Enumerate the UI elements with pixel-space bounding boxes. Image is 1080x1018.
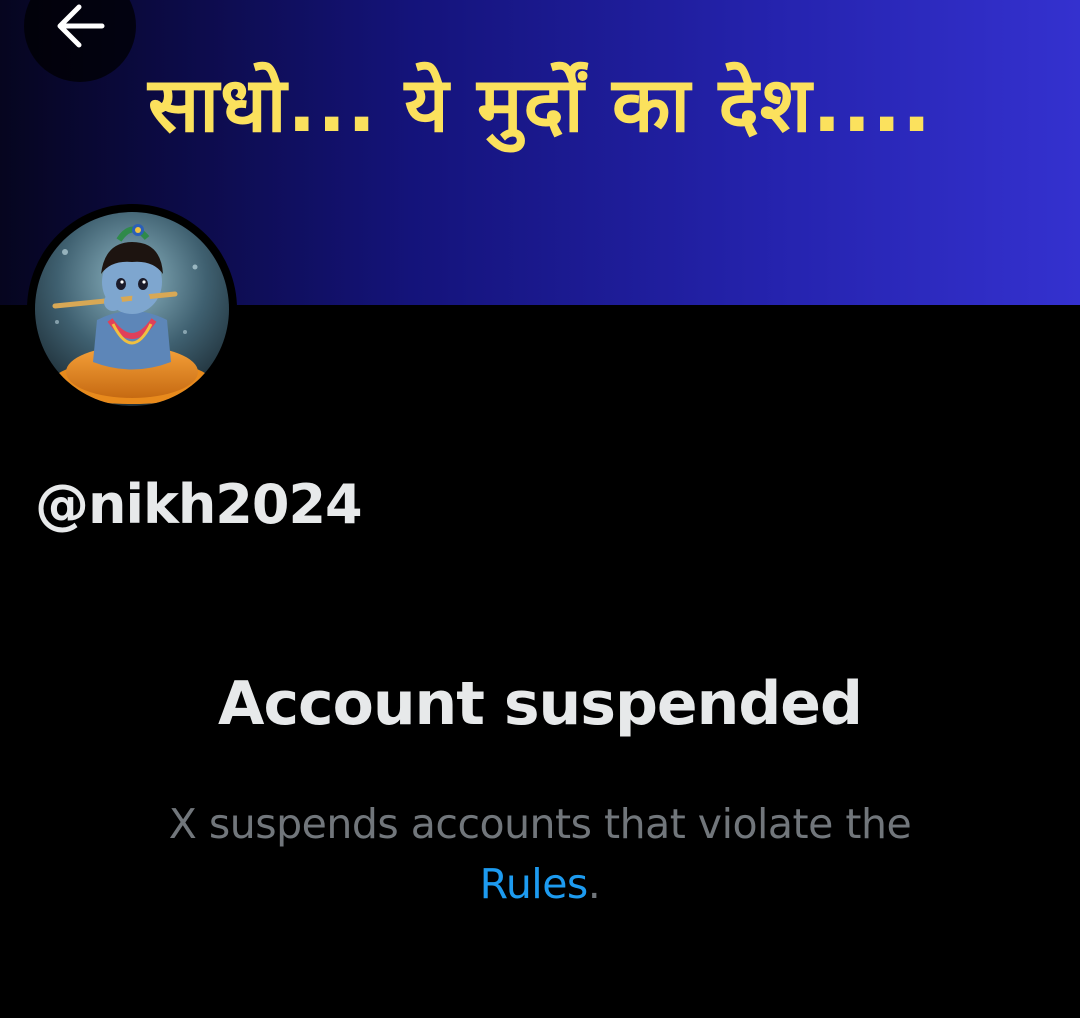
- suspension-message: X suspends accounts that violate the Rule…: [140, 794, 940, 914]
- suspended-profile-screen: साधो... ये मुर्दों का देश.... @nikh2024 …: [0, 0, 1080, 1018]
- profile-handle: @nikh2024: [35, 473, 363, 536]
- arrow-left-icon: [57, 4, 105, 48]
- child-with-flute-image: [35, 212, 229, 406]
- avatar-ring: [27, 204, 237, 414]
- avatar[interactable]: [35, 212, 229, 406]
- banner-text: साधो... ये मुर्दों का देश....: [147, 60, 933, 149]
- rules-link[interactable]: Rules: [480, 860, 589, 908]
- suspension-message-text: X suspends accounts that violate the: [168, 800, 912, 848]
- suspension-message-period: .: [587, 860, 601, 908]
- account-suspended-title: Account suspended: [218, 669, 863, 739]
